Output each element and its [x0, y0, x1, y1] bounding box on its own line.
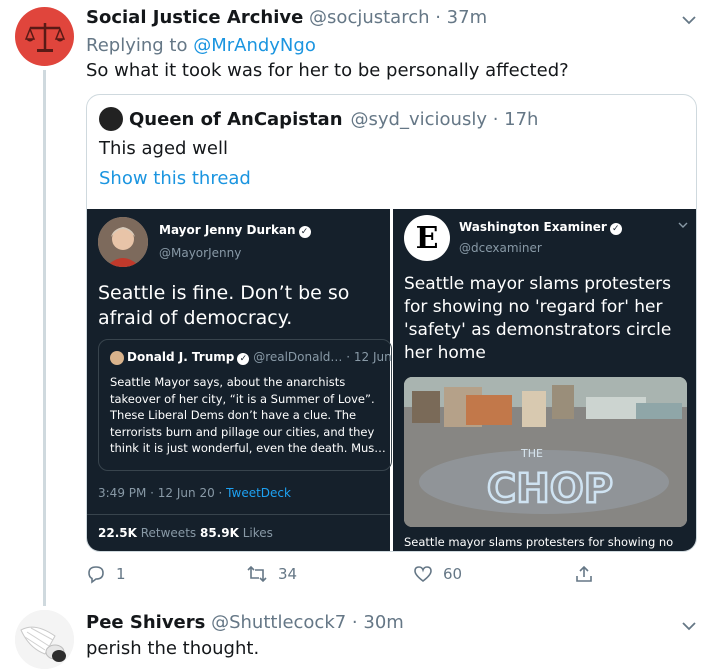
the-text: THE: [520, 447, 543, 460]
verified-icon: ✓: [237, 353, 250, 365]
examiner-handle: @dcexaminer: [459, 241, 542, 255]
scales-icon: [24, 22, 65, 52]
durkan-name-text: Mayor Jenny Durkan: [159, 223, 296, 237]
quote-tweet[interactable]: Queen of AnCapistan @syd_viciously · 17h…: [86, 94, 697, 552]
chevron-down-icon[interactable]: [682, 616, 696, 635]
quote-author-name: Queen of AnCapistan: [129, 108, 343, 130]
examiner-tweet-text: Seattle mayor slams protesters for showi…: [404, 274, 672, 363]
examiner-name-text: Washington Examiner: [459, 220, 607, 234]
durkan-source: TweetDeck: [226, 486, 291, 500]
trump-avatar: [110, 350, 124, 365]
heart-icon: [414, 566, 432, 583]
chevron-down-icon[interactable]: [682, 10, 696, 29]
reply-count: 1: [116, 565, 126, 583]
reply-button[interactable]: 1: [86, 564, 126, 584]
replying-to-link[interactable]: @MrAndyNgo: [193, 35, 316, 56]
durkan-stats: 22.5K Retweets 85.9K Likes: [98, 526, 273, 540]
quote-header: Queen of AnCapistan @syd_viciously · 17h: [99, 107, 538, 131]
trump-quote-text: Seattle Mayor says, about the anarchists…: [110, 375, 386, 455]
tweet-text: perish the thought.: [86, 638, 260, 659]
durkan-timestamp: 3:49 PM · 12 Jun 20 · TweetDeck: [98, 486, 291, 500]
trump-quote: Donald J. Trump ✓ @realDonald… · 12 Jun S…: [98, 339, 392, 471]
retweets-label: Retweets: [136, 526, 200, 540]
quote-text: This aged well: [99, 138, 228, 159]
chop-text: CHOP: [487, 466, 613, 512]
likes-count: 85.9K: [199, 526, 239, 540]
like-count: 60: [443, 565, 463, 583]
replying-prefix: Replying to: [86, 35, 194, 56]
trump-name: Donald J. Trump: [127, 350, 235, 364]
share-button[interactable]: [574, 564, 594, 584]
verified-icon: ✓: [609, 223, 622, 235]
examiner-logo: E: [404, 215, 450, 261]
likes-label: Likes: [238, 526, 273, 540]
photo-caption: Seattle mayor slams protesters for showi…: [404, 535, 674, 549]
durkan-name: Mayor Jenny Durkan ✓: [159, 223, 311, 238]
trump-handle: @realDonald… · 12 Jun: [253, 350, 392, 364]
tweet-actions: 1 34 60: [86, 564, 606, 588]
replying-to: Replying to @MrAndyNgo: [86, 35, 316, 56]
chevron-down-icon: [678, 220, 688, 231]
verified-icon: ✓: [298, 226, 311, 238]
like-button[interactable]: 60: [413, 564, 462, 584]
examiner-name: Washington Examiner ✓: [459, 220, 622, 235]
author-name[interactable]: Social Justice Archive: [86, 7, 303, 28]
durkan-time: 3:49 PM · 12 Jun 20 ·: [98, 486, 227, 500]
tweet-header: Pee Shivers @Shuttlecock7 · 30m: [86, 612, 404, 633]
quote-avatar: [99, 107, 123, 131]
image-examiner-tweet[interactable]: E Washington Examiner ✓ @dcexaminer Seatt…: [393, 209, 696, 551]
retweets-count: 22.5K: [98, 526, 137, 540]
retweet-count: 34: [278, 565, 298, 583]
reply-icon: [88, 566, 104, 584]
author-handle[interactable]: @Shuttlecock7 · 30m: [211, 612, 404, 633]
retweet-button[interactable]: 34: [246, 564, 297, 584]
share-icon: [576, 565, 592, 582]
durkan-handle: @MayorJenny: [159, 246, 242, 260]
durkan-tweet-text: Seattle is fine. Don’t be so afraid of d…: [98, 282, 350, 329]
quote-author-handle: @syd_viciously · 17h: [350, 108, 539, 130]
author-name[interactable]: Pee Shivers: [86, 612, 205, 633]
chop-street-photo: CHOP THE: [404, 377, 687, 527]
avatar[interactable]: [15, 7, 74, 66]
shuttlecock-icon: [15, 610, 74, 669]
trump-quote-header: Donald J. Trump ✓ @realDonald… · 12 Jun: [110, 350, 392, 365]
avatar[interactable]: [15, 610, 74, 669]
tweet-header: Social Justice Archive @socjustarch · 37…: [86, 7, 487, 28]
tweet-text: So what it took was for her to be person…: [86, 60, 569, 81]
image-durkan-tweet[interactable]: Mayor Jenny Durkan ✓ @MayorJenny Seattle …: [87, 209, 392, 551]
divider: [87, 514, 390, 515]
author-handle[interactable]: @socjustarch · 37m: [309, 7, 487, 28]
quote-images: Mayor Jenny Durkan ✓ @MayorJenny Seattle …: [87, 209, 696, 551]
retweet-icon: [247, 565, 267, 583]
thread-line: [43, 70, 46, 606]
durkan-avatar: [98, 217, 148, 267]
show-thread-link[interactable]: Show this thread: [99, 168, 251, 189]
